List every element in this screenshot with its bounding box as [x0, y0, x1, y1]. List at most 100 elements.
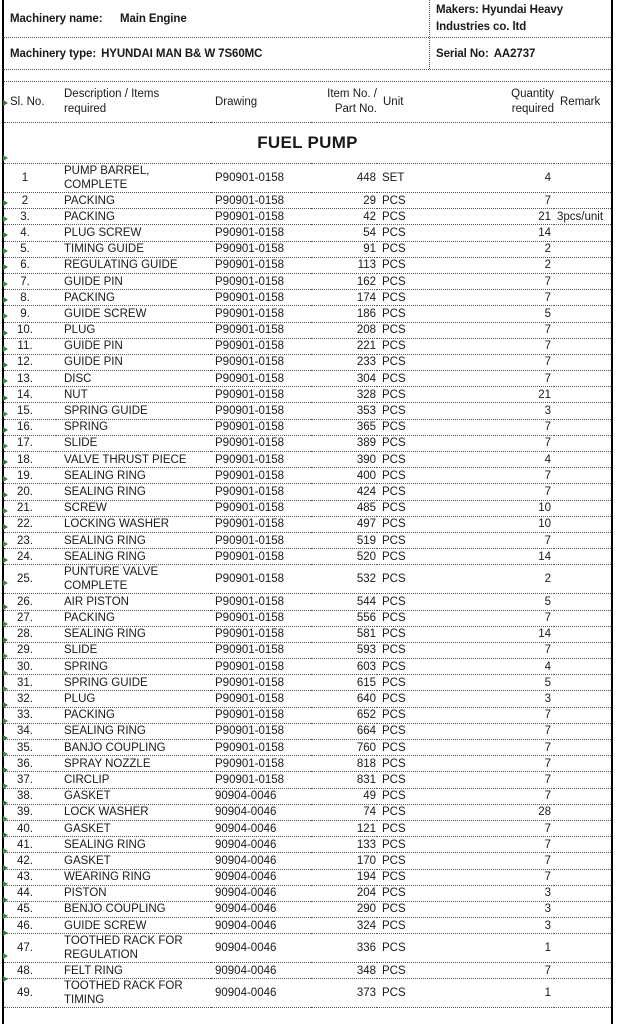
cell-sl-no: 9.: [4, 305, 56, 323]
cell-drawing: P90901-0158: [211, 289, 311, 307]
cell-remark: [554, 402, 611, 420]
cell-unit: PCS: [382, 324, 406, 337]
cell-description-line2: REGULATION: [64, 949, 138, 962]
cell-description: SEALING RING: [56, 483, 211, 501]
cell-description: SLIDE: [56, 642, 211, 660]
makers-cell: Makers: Hyundai Heavy Industries co. ltd: [430, 0, 611, 37]
cell-item-no: 373: [311, 978, 377, 1009]
cell-drawing: 90904-0046: [211, 962, 311, 980]
cell-sl-no: 32.: [4, 690, 56, 708]
cell-item-no: 174: [311, 289, 377, 307]
cell-sl-no: 2: [4, 192, 56, 210]
table-body: FUEL PUMP 1 PUMP BARREL, COMPLETE P90901-01…: [4, 122, 611, 1009]
cell-sl-no: 6.: [4, 257, 56, 274]
cell-remark: [554, 723, 611, 741]
cell-quantity: 14: [538, 628, 551, 641]
cell-unit: PCS: [382, 854, 406, 867]
cell-item-no: 581: [311, 626, 377, 643]
cell-drawing: P90901-0158: [211, 273, 311, 291]
cell-drawing: P90901-0158: [211, 483, 311, 501]
cell-sl-no: 13.: [4, 370, 56, 388]
cell-quantity: 7: [544, 324, 551, 337]
cell-drawing: P90901-0158: [211, 224, 311, 242]
cell-description: VALVE THRUST PIECE: [56, 451, 211, 469]
cell-drawing: P90901-0158: [211, 435, 311, 453]
cell-quantity: 7: [544, 372, 551, 385]
cell-description: PLUG: [56, 322, 211, 339]
cell-unit-quantity: PCS 14: [377, 224, 554, 242]
cell-unit-quantity: PCS 7: [377, 532, 554, 550]
cell-remark: [554, 642, 611, 660]
cell-unit-quantity: PCS 7: [377, 322, 554, 339]
cell-quantity: 7: [544, 773, 551, 786]
serial-value: AA2737: [493, 47, 536, 60]
cell-sl-no: 1: [4, 163, 56, 193]
cell-sl-no: 10.: [4, 322, 56, 339]
cell-description: LOCKING WASHER: [56, 516, 211, 533]
table-row: 29. SLIDE P90901-0158 593 PCS 7: [4, 642, 611, 660]
cell-quantity: 7: [544, 741, 551, 754]
cell-quantity: 1: [544, 942, 551, 955]
table-row: 28. SEALING RING P90901-0158 581 PCS 14: [4, 626, 611, 643]
cell-unit-quantity: PCS 2: [377, 564, 554, 595]
cell-unit-quantity: PCS 7: [377, 467, 554, 485]
cell-drawing: P90901-0158: [211, 467, 311, 485]
cell-unit-quantity: PCS 7: [377, 273, 554, 291]
cell-description: PACKING: [56, 208, 211, 226]
cell-item-no: 760: [311, 739, 377, 757]
cell-unit-quantity: PCS 10: [377, 516, 554, 533]
cell-sl-no: 34.: [4, 723, 56, 741]
cell-drawing: P90901-0158: [211, 548, 311, 566]
cell-unit-quantity: PCS 1: [377, 978, 554, 1009]
table-row: 2 PACKING P90901-0158 29 PCS 7: [4, 192, 611, 210]
cell-unit-quantity: PCS 7: [377, 836, 554, 854]
cell-sl-no: 14.: [4, 386, 56, 404]
cell-description: BANJO COUPLING: [56, 739, 211, 757]
cell-sl-no: 17.: [4, 435, 56, 453]
column-header-quantity-line1: Quantity: [511, 88, 554, 100]
cell-unit: PCS: [382, 259, 406, 272]
cell-quantity: 14: [538, 226, 551, 239]
cell-item-no: 29: [311, 192, 377, 210]
cell-quantity: 10: [538, 502, 551, 515]
cell-unit: PCS: [382, 903, 406, 916]
cell-quantity: 14: [538, 550, 551, 563]
cell-drawing: P90901-0158: [211, 208, 311, 226]
cell-sl-no: 35.: [4, 739, 56, 757]
cell-drawing: 90904-0046: [211, 869, 311, 886]
cell-sl-no: 44.: [4, 885, 56, 902]
cell-unit-quantity: PCS 2: [377, 257, 554, 274]
cell-description: SPRING: [56, 658, 211, 676]
cell-unit: SET: [382, 172, 405, 184]
cell-description: PACKING: [56, 707, 211, 724]
cell-remark: [554, 354, 611, 372]
cell-quantity: 5: [544, 595, 551, 608]
cell-unit: PCS: [382, 437, 406, 450]
table-row: 14. NUT P90901-0158 328 PCS 21: [4, 386, 611, 404]
table-row: 6. REGULATING GUIDE P90901-0158 113 PCS 2: [4, 257, 611, 274]
cell-unit: PCS: [382, 773, 406, 786]
cell-drawing: P90901-0158: [211, 690, 311, 708]
cell-quantity: 7: [544, 437, 551, 450]
table-row: 7. GUIDE PIN P90901-0158 162 PCS 7: [4, 273, 611, 291]
cell-remark: [554, 192, 611, 210]
table-row: 26. AIR PISTON P90901-0158 544 PCS 5: [4, 593, 611, 611]
cell-quantity: 7: [544, 340, 551, 353]
cell-unit-quantity: PCS 3: [377, 901, 554, 919]
cell-drawing: P90901-0158: [211, 739, 311, 757]
machinery-type-cell: Machinery type: HYUNDAI MAN B& W 7S60MC: [4, 38, 430, 69]
cell-sl-no: 25.: [4, 564, 56, 595]
cell-remark: [554, 593, 611, 611]
cell-unit: PCS: [382, 469, 406, 482]
cell-unit-quantity: PCS 3: [377, 402, 554, 420]
table-row: 10. PLUG P90901-0158 208 PCS 7: [4, 322, 611, 339]
table-row: 23. SEALING RING P90901-0158 519 PCS 7: [4, 532, 611, 550]
cell-description: PUNTURE VALVE COMPLETE: [56, 564, 211, 595]
cell-sl-no: 40.: [4, 820, 56, 838]
column-header-sl-no: Sl. No.: [4, 82, 56, 123]
cell-quantity: 7: [544, 534, 551, 547]
cell-drawing: P90901-0158: [211, 370, 311, 388]
cell-unit-quantity: PCS 14: [377, 626, 554, 643]
column-header-item-no: Item No. / Part No.: [311, 82, 377, 123]
table-row: 3. PACKING P90901-0158 42 PCS 21 3pcs/unit: [4, 208, 611, 226]
